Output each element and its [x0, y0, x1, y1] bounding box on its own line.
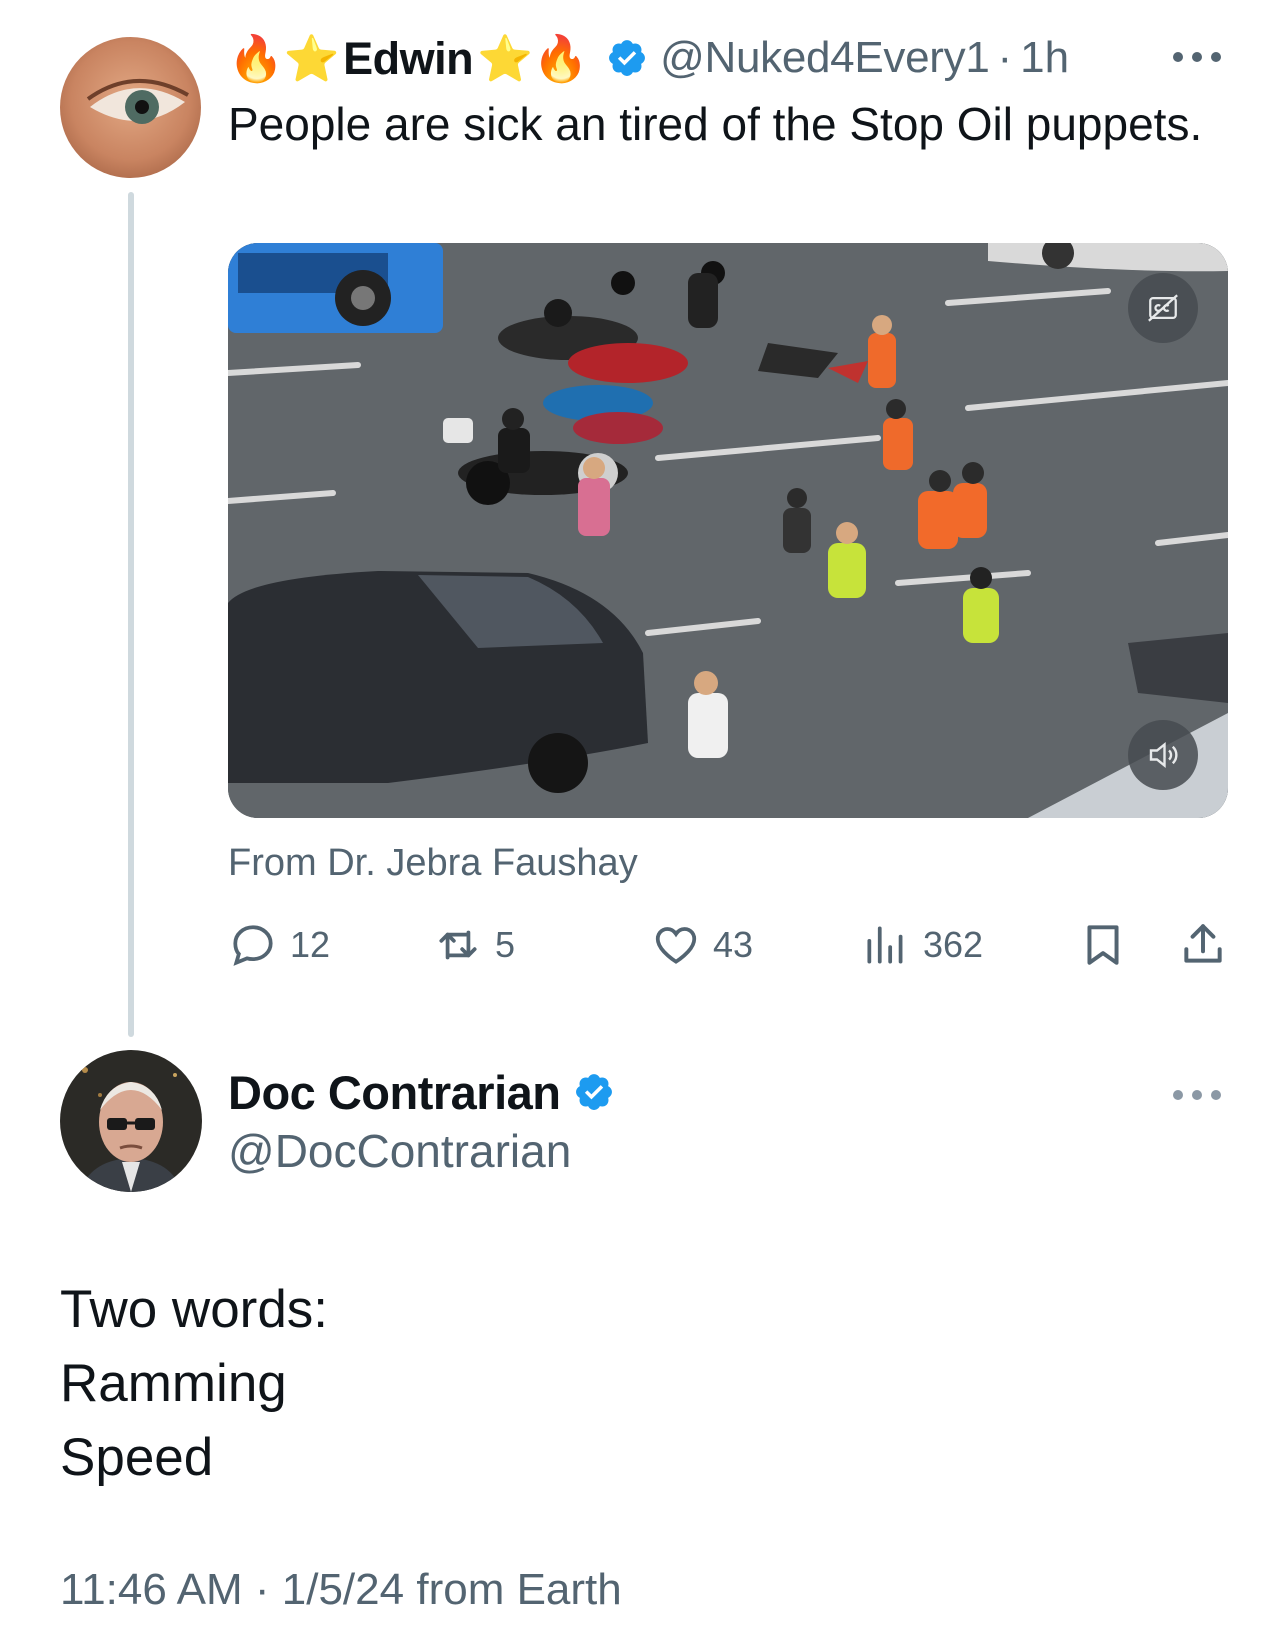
like-count: 43 [713, 924, 754, 965]
like-button[interactable]: 43 [651, 915, 753, 975]
tweet-metadata: 11:46 AM · 1/5/24 from Earth [60, 1565, 622, 1615]
reply-line: Two words: [60, 1280, 329, 1339]
tweet-source: from Earth [416, 1565, 622, 1614]
verified-badge-icon [573, 1071, 615, 1113]
emoji-suffix: ⭐🔥 [477, 32, 589, 84]
reply-count: 12 [290, 924, 331, 965]
reply-name-row: Doc Contrarian [228, 1062, 627, 1122]
views-button[interactable]: 362 [861, 915, 983, 975]
reply-display-name[interactable]: Doc Contrarian [228, 1065, 561, 1120]
views-icon [867, 926, 903, 964]
tweet-date[interactable]: 1/5/24 [282, 1565, 404, 1614]
reply-button[interactable]: 12 [228, 915, 330, 975]
reply-tweet-text: Two words: Ramming Speed [60, 1273, 328, 1495]
parent-display-name[interactable]: 🔥⭐Edwin⭐🔥 [228, 32, 592, 85]
parent-tweet-text: People are sick an tired of the Stop Oil… [228, 98, 1203, 150]
captions-off-icon[interactable] [1128, 273, 1198, 343]
reply-line: Speed [60, 1428, 214, 1487]
views-count: 362 [923, 924, 984, 965]
video-frame [228, 243, 1228, 818]
parent-handle[interactable]: @Nuked4Every1 [660, 33, 990, 83]
bookmark-icon [1087, 925, 1119, 965]
share-icon [1184, 924, 1222, 963]
action-bar: 12 5 43 362 [228, 915, 1228, 975]
reply-icon [233, 925, 273, 966]
more-options-icon[interactable] [1173, 46, 1221, 68]
reply-avatar[interactable] [60, 1050, 202, 1192]
verified-badge-icon [606, 37, 648, 79]
heart-icon [655, 927, 697, 964]
more-options-icon[interactable] [1173, 1084, 1221, 1106]
share-button[interactable] [1178, 915, 1240, 975]
tweet-timestamp[interactable]: 11:46 AM [60, 1565, 243, 1614]
parent-header: 🔥⭐Edwin⭐🔥 @Nuked4Every1 · 1h [228, 30, 1228, 86]
repost-count: 5 [495, 924, 516, 965]
bookmark-button[interactable] [1078, 915, 1140, 975]
parent-avatar[interactable] [60, 37, 201, 178]
video-player[interactable] [228, 243, 1228, 818]
separator-dot: · [997, 33, 1013, 82]
reply-handle[interactable]: @DocContrarian [228, 1124, 571, 1178]
repost-button[interactable]: 5 [433, 915, 515, 975]
volume-icon[interactable] [1128, 720, 1198, 790]
reply-line: Ramming [60, 1354, 287, 1413]
repost-icon [439, 930, 477, 960]
thread-line [128, 192, 134, 1037]
separator-dot: · [254, 1565, 270, 1614]
media-source-attribution[interactable]: From Dr. Jebra Faushay [228, 842, 638, 885]
parent-time[interactable]: 1h [1020, 33, 1069, 83]
display-name-text: Edwin [343, 32, 474, 84]
emoji-prefix: 🔥⭐ [228, 32, 340, 84]
